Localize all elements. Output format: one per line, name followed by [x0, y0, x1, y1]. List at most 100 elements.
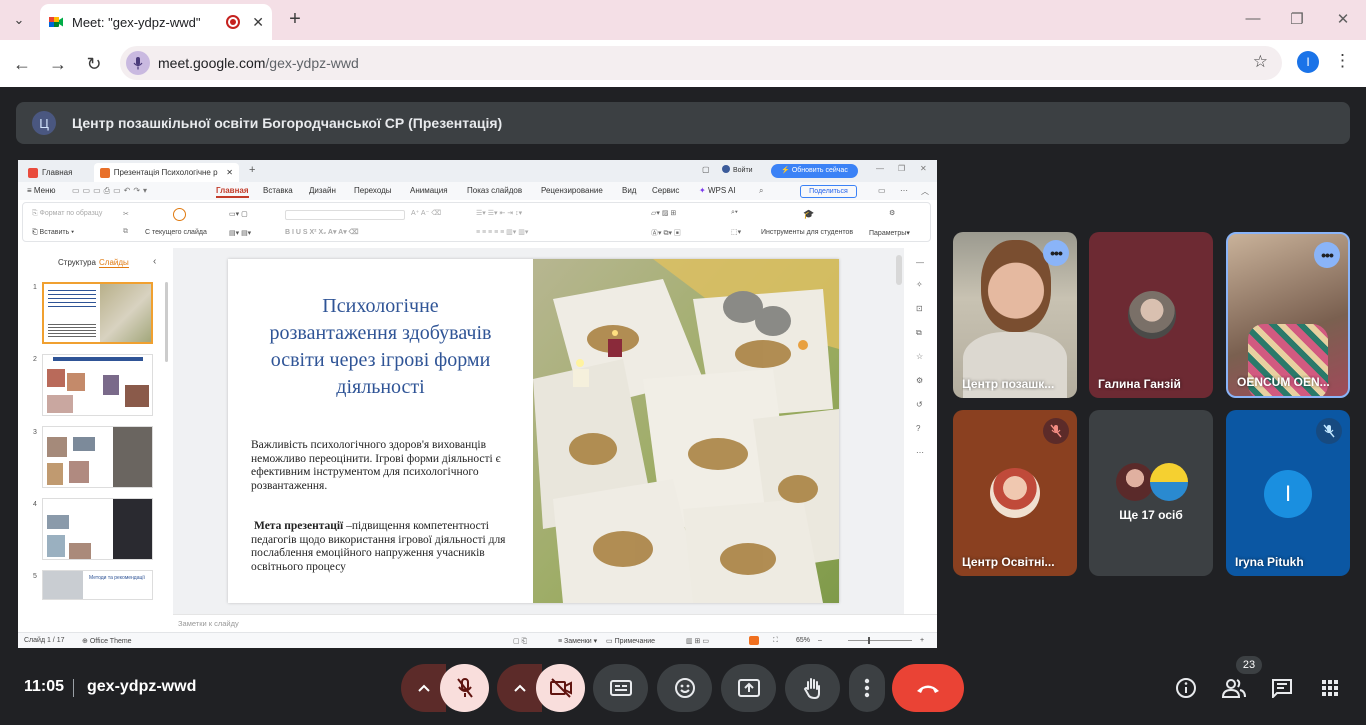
restore-icon[interactable]: ❐	[1287, 10, 1307, 28]
font-family-select[interactable]	[285, 210, 405, 220]
canvas-scrollbar[interactable]	[896, 255, 902, 285]
wps-minimize-icon[interactable]: —	[876, 164, 884, 173]
view-mode-icons[interactable]: ▥ ⊞ ▭	[686, 637, 709, 645]
more-tools-icon[interactable]: ⋯	[916, 448, 924, 457]
window-close-icon[interactable]: ✕	[1333, 10, 1353, 28]
more-options-icon[interactable]: •••	[1314, 242, 1340, 268]
comment-icon[interactable]: ▭	[878, 186, 886, 195]
tab-slides[interactable]: Слайды	[99, 258, 129, 268]
participant-tile-more[interactable]: Ще 17 осіб	[1089, 410, 1213, 576]
wps-home-tab[interactable]: Главная	[22, 163, 92, 182]
select-icon[interactable]: ⬚▾	[731, 228, 741, 236]
status-icons[interactable]: ▢ ⎗	[513, 637, 527, 646]
participant-tile-3[interactable]: ••• OENCUM OEN...	[1226, 232, 1350, 398]
present-screen-button[interactable]	[721, 664, 776, 712]
play-from-current-icon[interactable]	[173, 208, 186, 221]
slide-thumbnail-5[interactable]: Методи та рекомендації	[42, 570, 153, 600]
new-tab-button[interactable]: +	[284, 8, 306, 30]
wps-close-icon[interactable]: ✕	[920, 164, 927, 173]
menu-home[interactable]: Главная	[216, 186, 249, 198]
menu-service[interactable]: Сервис	[652, 186, 679, 195]
slide-thumbnail-3[interactable]	[42, 426, 153, 488]
from-current-slide[interactable]: С текущего слайда	[145, 229, 207, 236]
align-buttons[interactable]: ≡ ≡ ≡ ≡ ≡ ▥▾ ▥▾	[476, 228, 528, 236]
list-buttons[interactable]: ☰▾ ☰▾ ⇤ ⇥ ↕▾	[476, 209, 522, 217]
settings-icon[interactable]: ⚙	[916, 376, 923, 385]
meeting-details-button[interactable]	[1174, 676, 1198, 700]
participant-tile-1[interactable]: ••• Центр позашк...	[953, 232, 1077, 398]
panel-collapse-icon[interactable]: ‹	[153, 256, 156, 267]
find-icon[interactable]: ⌕▾	[731, 209, 738, 217]
history-icon[interactable]: ↺	[916, 400, 923, 409]
wps-new-tab-icon[interactable]: +	[249, 164, 255, 176]
slide[interactable]: Психологічне розвантаження здобувачів ос…	[228, 259, 839, 603]
student-tools[interactable]: Инструменты для студентов	[761, 229, 853, 236]
help-icon[interactable]: ?	[916, 424, 920, 433]
notes-toggle[interactable]: ≡ Заменки ▾	[558, 637, 597, 645]
text-format-buttons[interactable]: B I U S X² X₂ A▾ A▾ ⌫	[285, 228, 359, 236]
new-slide-icon[interactable]: ▭▾ ▢	[229, 210, 248, 218]
shapes-icons[interactable]: ▱▾ ▨ ⊞	[651, 209, 676, 217]
wps-window-icon[interactable]: ▢	[702, 165, 710, 174]
zoom-slider-handle[interactable]	[868, 637, 870, 644]
star-icon[interactable]: ☆	[916, 352, 923, 361]
panel-scrollbar[interactable]	[165, 282, 168, 362]
reload-icon[interactable]: ↻	[82, 52, 106, 76]
magic-icon[interactable]: ✧	[916, 280, 923, 289]
comment-toggle[interactable]: ▭ Примечание	[606, 637, 655, 645]
font-size-buttons[interactable]: A⁺ A⁻ ⌫	[411, 209, 441, 217]
wps-update-button[interactable]: ⚡ Обновить сейчас	[771, 164, 858, 178]
collapse-icon[interactable]: —	[916, 258, 924, 267]
menu-view[interactable]: Вид	[622, 186, 636, 195]
zoom-out-icon[interactable]: –	[818, 637, 822, 644]
wps-restore-icon[interactable]: ❐	[898, 164, 905, 173]
style-icon[interactable]: ⊡	[916, 304, 923, 313]
microphone-in-use-icon[interactable]	[126, 51, 150, 75]
wps-login[interactable]: Войти	[722, 165, 753, 174]
slide-thumbnail-4[interactable]	[42, 498, 153, 560]
camera-toggle-button[interactable]	[536, 664, 585, 712]
params-button[interactable]: Параметры▾	[869, 229, 910, 237]
more-options-icon[interactable]: •••	[1043, 240, 1069, 266]
more-icon[interactable]: ⋯	[900, 186, 908, 195]
arrange-icons[interactable]: Ⓐ▾ ⧉▾ ▣	[651, 228, 681, 238]
zoom-slider[interactable]	[848, 640, 912, 641]
chat-button[interactable]	[1270, 676, 1294, 700]
fit-icon[interactable]: ⛶	[773, 637, 778, 645]
search-icon[interactable]: ⌕	[759, 186, 763, 196]
format-painter[interactable]: ⎘ Формат по образцу	[32, 210, 102, 218]
forward-arrow-icon[interactable]: →	[46, 52, 70, 76]
menu-wps-ai[interactable]: ✦ WPS AI	[699, 186, 736, 195]
notes-area[interactable]: Заметки к слайду	[173, 614, 937, 632]
browser-tab-meet[interactable]: Meet: "gex-ydpz-wwd" ✕	[40, 4, 272, 40]
wps-tab-close-icon[interactable]: ✕	[226, 168, 233, 177]
participant-tile-2[interactable]: Галина Ганзій	[1089, 232, 1213, 398]
wps-doc-tab[interactable]: Презентація Психологічне р ✕	[94, 163, 239, 182]
raise-hand-button[interactable]	[785, 664, 840, 712]
layout-icon[interactable]: ▤▾ ▤▾	[229, 229, 251, 237]
menu-animation[interactable]: Анимация	[410, 186, 448, 195]
menu-design[interactable]: Дизайн	[309, 186, 336, 195]
people-button[interactable]	[1222, 676, 1246, 700]
menu-transitions[interactable]: Переходы	[354, 186, 392, 195]
menu-insert[interactable]: Вставка	[263, 186, 293, 195]
play-slideshow-icon[interactable]	[749, 636, 759, 645]
collapse-ribbon-icon[interactable]: ︿	[921, 186, 929, 197]
copy-icon[interactable]: ⧉	[123, 228, 128, 236]
tab-close-icon[interactable]: ✕	[252, 14, 264, 31]
bookmark-star-icon[interactable]: ☆	[1253, 52, 1268, 72]
share-button[interactable]: Поделиться	[800, 185, 857, 198]
back-arrow-icon[interactable]: ←	[10, 52, 34, 76]
cut-icon[interactable]: ✂	[123, 210, 129, 218]
omnibox[interactable]: meet.google.com/gex-ydpz-wwd ☆	[120, 46, 1282, 80]
browser-menu-icon[interactable]: ⋮	[1334, 51, 1351, 71]
tab-search-chevron-icon[interactable]: ⌄	[8, 9, 30, 31]
paste-button[interactable]: ⎗ Вставить ▾	[32, 229, 74, 237]
menu-slideshow[interactable]: Показ слайдов	[467, 186, 522, 195]
zoom-in-icon[interactable]: +	[920, 637, 924, 644]
activities-button[interactable]	[1318, 676, 1342, 700]
menu-hamburger[interactable]: ≡ Меню	[27, 186, 56, 195]
microphone-toggle-button[interactable]	[440, 664, 489, 712]
menu-review[interactable]: Рецензирование	[541, 186, 603, 195]
slide-thumbnail-1[interactable]	[42, 282, 153, 344]
